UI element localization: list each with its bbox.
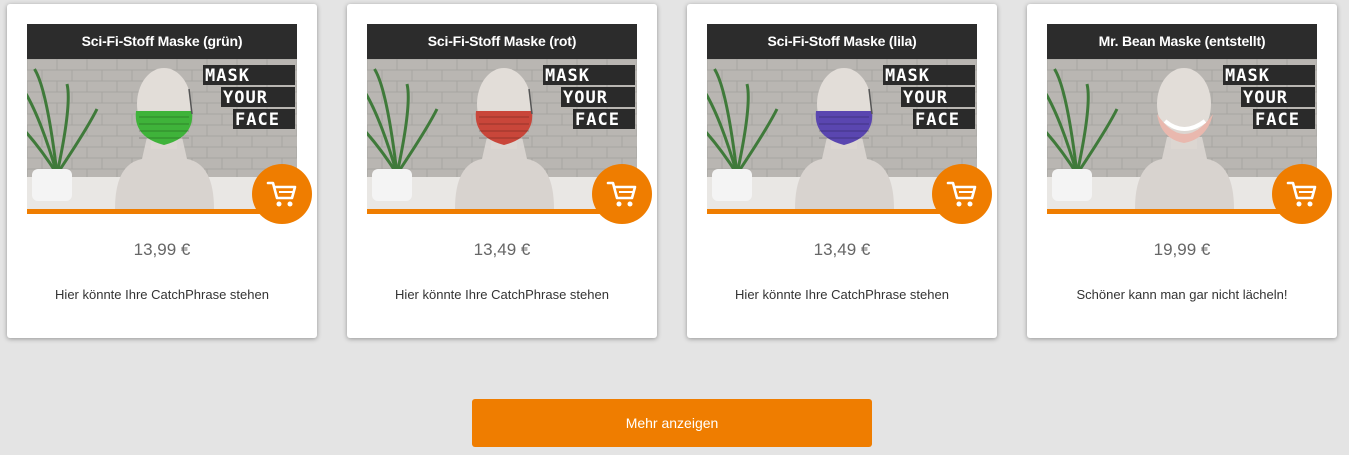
product-media[interactable]: Sci-Fi-Stoff Maske (rot) MASK YOUR FACE (367, 24, 652, 224)
shopping-cart-icon (606, 181, 637, 207)
product-card[interactable]: Sci-Fi-Stoff Maske (lila) MASK YOUR FACE 1… (687, 4, 997, 338)
shopping-cart-icon (946, 181, 977, 207)
add-to-cart-button[interactable] (252, 164, 312, 224)
product-catchphrase: Schöner kann man gar nicht lächeln! (1076, 287, 1288, 302)
shopping-cart-icon (1286, 181, 1317, 207)
svg-text:YOUR: YOUR (903, 88, 948, 108)
load-more-button[interactable]: Mehr anzeigen (472, 399, 872, 447)
product-catchphrase: Hier könnte Ihre CatchPhrase stehen (735, 287, 949, 302)
product-price: 13,99 € (133, 240, 191, 259)
product-card[interactable]: Sci-Fi-Stoff Maske (rot) MASK YOUR FACE 13… (347, 4, 657, 338)
product-title[interactable]: Mr. Bean Maske (entstellt) (1047, 24, 1317, 59)
svg-text:YOUR: YOUR (563, 88, 608, 108)
svg-text:YOUR: YOUR (1243, 88, 1288, 108)
product-price: 19,99 € (1153, 240, 1211, 259)
svg-text:MASK: MASK (205, 66, 250, 86)
add-to-cart-button[interactable] (1272, 164, 1332, 224)
svg-text:MASK: MASK (1225, 66, 1270, 86)
product-price: 13,49 € (813, 240, 871, 259)
svg-text:FACE: FACE (915, 110, 960, 130)
svg-text:FACE: FACE (1255, 110, 1300, 130)
product-catchphrase: Hier könnte Ihre CatchPhrase stehen (55, 287, 269, 302)
add-to-cart-button[interactable] (932, 164, 992, 224)
svg-text:MASK: MASK (545, 66, 590, 86)
svg-text:YOUR: YOUR (223, 88, 268, 108)
product-title[interactable]: Sci-Fi-Stoff Maske (grün) (27, 24, 297, 59)
add-to-cart-button[interactable] (592, 164, 652, 224)
product-media[interactable]: Sci-Fi-Stoff Maske (lila) MASK YOUR FACE (707, 24, 992, 224)
product-card[interactable]: Mr. Bean Maske (entstellt) MASK YOUR FACE … (1027, 4, 1337, 338)
product-title[interactable]: Sci-Fi-Stoff Maske (rot) (367, 24, 637, 59)
product-title[interactable]: Sci-Fi-Stoff Maske (lila) (707, 24, 977, 59)
svg-text:FACE: FACE (575, 110, 620, 130)
product-card[interactable]: Sci-Fi-Stoff Maske (grün) MASK YOUR FACE 1… (7, 4, 317, 338)
product-media[interactable]: Mr. Bean Maske (entstellt) MASK YOUR FACE (1047, 24, 1332, 224)
product-catchphrase: Hier könnte Ihre CatchPhrase stehen (395, 287, 609, 302)
svg-text:FACE: FACE (235, 110, 280, 130)
svg-text:MASK: MASK (885, 66, 930, 86)
shopping-cart-icon (266, 181, 297, 207)
product-price: 13,49 € (473, 240, 531, 259)
product-media[interactable]: Sci-Fi-Stoff Maske (grün) MASK YOUR FACE (27, 24, 312, 224)
